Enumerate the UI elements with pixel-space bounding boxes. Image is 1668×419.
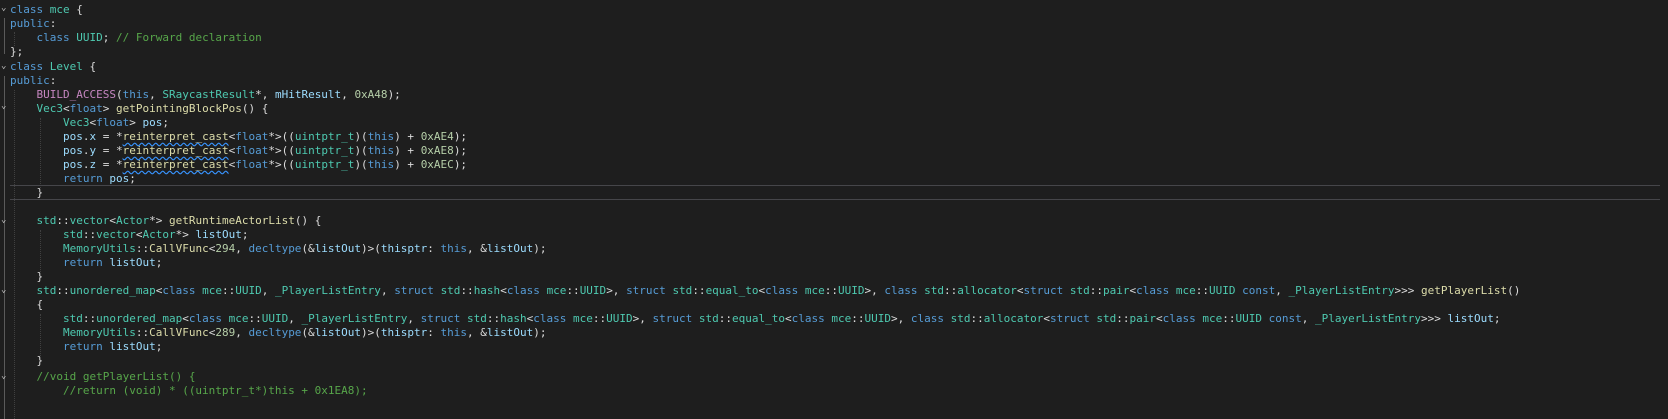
code-line-9[interactable]: Vec3<float> pos; [10, 115, 1660, 130]
code-line-17[interactable]: std::vector<Actor*> listOut; [10, 227, 1660, 242]
fold-chevron-icon[interactable]: ⌄ [1, 286, 9, 295]
code-line-21[interactable]: std::unordered_map<class mce::UUID, _Pla… [10, 283, 1660, 298]
fold-chevron-icon[interactable]: ⌄ [1, 102, 9, 111]
code-line-26[interactable]: } [10, 353, 1660, 368]
code-line-27[interactable]: //void getPlayerList() { [10, 369, 1660, 384]
code-line-2[interactable]: public: [10, 16, 1660, 31]
fold-range-line [4, 76, 5, 419]
code-line-13[interactable]: return pos; [10, 171, 1660, 186]
code-line-22[interactable]: { [10, 297, 1660, 312]
code-line-7[interactable]: BUILD_ACCESS(this, SRaycastResult*, mHit… [10, 87, 1660, 102]
code-line-1[interactable]: class mce { [10, 2, 1660, 17]
code-line-10[interactable]: pos.x = *reinterpret_cast<float*>((uintp… [10, 129, 1660, 144]
code-editor[interactable]: ⌄ ⌄ ⌄ ⌄ ⌄ ⌄ class mce { public: class UU… [0, 0, 1668, 419]
code-line-25[interactable]: return listOut; [10, 339, 1660, 354]
code-line-20[interactable]: } [10, 269, 1660, 284]
code-line-6[interactable]: public: [10, 73, 1660, 88]
fold-gutter: ⌄ ⌄ ⌄ ⌄ ⌄ ⌄ [0, 0, 10, 419]
code-line-14-current[interactable]: } [10, 185, 1660, 200]
code-line-19[interactable]: return listOut; [10, 255, 1660, 270]
code-line-15[interactable] [10, 199, 1660, 214]
code-line-4[interactable]: }; [10, 44, 1660, 59]
fold-chevron-icon[interactable]: ⌄ [1, 4, 9, 13]
code-line-23[interactable]: std::unordered_map<class mce::UUID, _Pla… [10, 311, 1660, 326]
code-line-3[interactable]: class UUID; // Forward declaration [10, 30, 1660, 45]
fold-chevron-icon[interactable]: ⌄ [1, 216, 9, 225]
code-line-11[interactable]: pos.y = *reinterpret_cast<float*>((uintp… [10, 143, 1660, 158]
fold-range-line [4, 18, 5, 54]
code-line-16[interactable]: std::vector<Actor*> getRuntimeActorList(… [10, 213, 1660, 228]
code-line-28[interactable]: //return (void) * ((uintptr_t*)this + 0x… [10, 383, 1660, 398]
code-line-8[interactable]: Vec3<float> getPointingBlockPos() { [10, 101, 1660, 116]
code-line-12[interactable]: pos.z = *reinterpret_cast<float*>((uintp… [10, 157, 1660, 172]
fold-chevron-icon[interactable]: ⌄ [1, 62, 9, 71]
fold-chevron-icon[interactable]: ⌄ [1, 372, 9, 381]
code-line-24[interactable]: MemoryUtils::CallVFunc<289, decltype(&li… [10, 325, 1660, 340]
code-line-5[interactable]: class Level { [10, 59, 1660, 74]
code-line-18[interactable]: MemoryUtils::CallVFunc<294, decltype(&li… [10, 241, 1660, 256]
